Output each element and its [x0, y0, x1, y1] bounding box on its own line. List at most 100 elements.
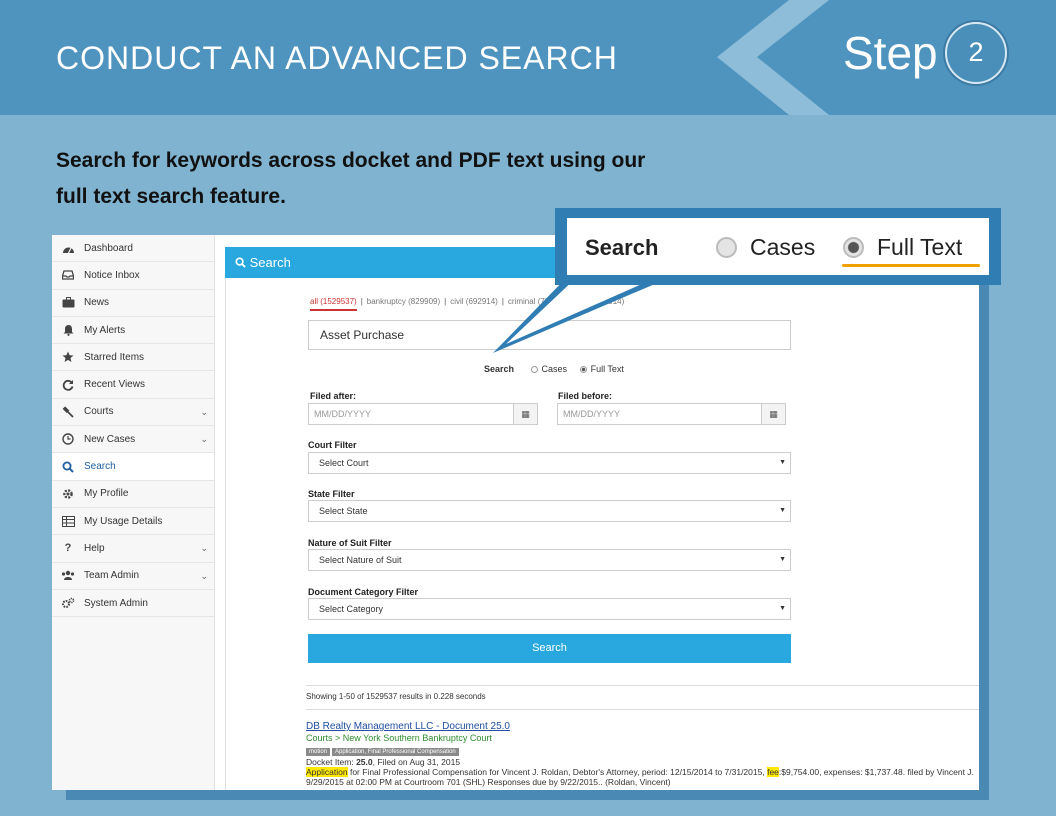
sidebar-item-label: New Cases [84, 433, 136, 445]
star-icon [60, 350, 76, 364]
callout-inner: Search Cases Full Text [567, 218, 989, 275]
divider [306, 709, 979, 710]
search-mode-label: Search [484, 364, 515, 374]
dashboard-icon [60, 241, 76, 255]
result-court: Courts > New York Southern Bankruptcy Co… [306, 733, 492, 743]
question-icon: ? [64, 542, 72, 555]
clock-icon [60, 432, 76, 446]
sidebar-item-label: System Admin [84, 597, 148, 609]
result-docket: Docket Item: 25.0, Filed on Aug 31, 2015 [306, 757, 979, 767]
tab-appellate[interactable]: appellate (5914) [566, 297, 624, 306]
callout-cases-label[interactable]: Cases [750, 234, 815, 261]
cases-radio-label[interactable]: Cases [542, 364, 568, 374]
sidebar-item-courts[interactable]: Courts ⌄ [52, 399, 214, 427]
result-title-link[interactable]: DB Realty Management LLC - Document 25.0 [306, 721, 979, 732]
sidebar-item-search[interactable]: Search [52, 453, 214, 481]
sidebar-item-team-admin[interactable]: Team Admin ⌄ [52, 563, 214, 590]
date-placeholder: MM/DD/YYYY [563, 409, 621, 419]
snippet-text: for Final Professional Compensation for … [347, 767, 768, 777]
docket-suffix: , Filed on Aug 31, 2015 [372, 757, 461, 767]
search-panel: all (1529537) | bankruptcy (829909) | civil … [225, 278, 979, 790]
chevron-down-icon[interactable]: ⌄ [200, 407, 208, 418]
page-title: CONDUCT AN ADVANCED SEARCH [56, 40, 618, 76]
dropdown-arrow-icon: ▼ [779, 459, 786, 466]
sidebar-item-label: Search [84, 461, 116, 473]
sidebar-item-recent-views[interactable]: Recent Views [52, 371, 214, 399]
category-tabs: all (1529537) | bankruptcy (829909) | civil … [310, 297, 624, 311]
sidebar: Dashboard Notice Inbox News My Alerts St… [52, 235, 215, 790]
court-filter-value: Select Court [319, 458, 369, 468]
sidebar-item-my-alerts[interactable]: My Alerts [52, 317, 214, 345]
step-label: Step [843, 27, 938, 79]
chevron-down-icon[interactable]: ⌄ [200, 434, 208, 445]
sidebar-item-label: Courts [84, 406, 114, 418]
chevron-down-icon[interactable]: ⌄ [200, 543, 208, 554]
list-item: DB Realty Management LLC - Document 25.0… [306, 721, 979, 787]
nature-filter-select[interactable]: Select Nature of Suit ▼ [308, 549, 791, 571]
callout-fulltext-radio[interactable] [843, 237, 864, 258]
gavel-icon [60, 405, 76, 419]
docket-prefix: Docket Item: [306, 757, 357, 767]
sidebar-item-new-cases[interactable]: New Cases ⌄ [52, 426, 214, 454]
tab-civil[interactable]: civil (692914) [450, 297, 498, 306]
fulltext-radio[interactable] [579, 366, 587, 373]
filed-before-label: Filed before: [558, 391, 613, 401]
sidebar-item-system-admin[interactable]: System Admin [52, 590, 214, 618]
sidebar-item-label: My Usage Details [84, 515, 163, 527]
sidebar-item-label: News [84, 297, 110, 309]
calendar-icon[interactable]: ▦ [513, 404, 537, 424]
sidebar-item-my-usage-details[interactable]: My Usage Details [52, 508, 214, 536]
search-icon [235, 255, 246, 270]
sidebar-item-label: Starred Items [84, 351, 145, 363]
app-screenshot: Dashboard Notice Inbox News My Alerts St… [52, 235, 979, 790]
gear-icon [60, 487, 76, 501]
search-icon [60, 460, 76, 474]
state-filter-value: Select State [319, 506, 368, 516]
result-snippet-line2: 9/29/2015 at 02:00 PM at Courtroom 701 (… [306, 777, 671, 787]
search-input[interactable]: Asset Purchase [308, 320, 791, 350]
sidebar-item-news[interactable]: News [52, 290, 214, 317]
result-tag: Application, Final Professional Compensa… [332, 748, 459, 756]
intro-text: Search for keywords across docket and PD… [56, 143, 756, 215]
sidebar-item-label: My Alerts [84, 324, 126, 336]
header-band: CONDUCT AN ADVANCED SEARCH Step 2 [0, 0, 1056, 115]
fulltext-radio-label[interactable]: Full Text [591, 364, 624, 374]
tab-bankruptcy[interactable]: bankruptcy (829909) [367, 297, 440, 306]
callout-box: Search Cases Full Text [555, 208, 1001, 285]
sidebar-item-label: Recent Views [84, 379, 145, 391]
category-filter-value: Select Category [319, 604, 384, 614]
sidebar-item-my-profile[interactable]: My Profile [52, 481, 214, 508]
nature-filter-value: Select Nature of Suit [319, 555, 402, 565]
bell-icon [60, 323, 76, 337]
search-button[interactable]: Search [308, 634, 791, 663]
result-tag: motion [306, 748, 331, 756]
cases-radio[interactable] [530, 366, 538, 373]
snippet-highlight: Application [306, 767, 348, 777]
state-filter-select[interactable]: Select State ▼ [308, 500, 791, 522]
date-placeholder: MM/DD/YYYY [314, 409, 372, 419]
sidebar-item-help[interactable]: ? Help ⌄ [52, 535, 214, 563]
court-filter-select[interactable]: Select Court ▼ [308, 452, 791, 474]
sidebar-item-label: Notice Inbox [84, 269, 140, 281]
result-snippet: Application for Final Professional Compe… [306, 767, 979, 777]
chevron-down-icon[interactable]: ⌄ [200, 571, 208, 582]
state-filter-label: State Filter [308, 489, 355, 499]
callout-search-label: Search [585, 235, 659, 260]
callout-cases-radio[interactable] [716, 237, 737, 258]
sidebar-item-starred-items[interactable]: Starred Items [52, 344, 214, 372]
tab-all[interactable]: all (1529537) [310, 297, 357, 311]
category-filter-select[interactable]: Select Category ▼ [308, 598, 791, 620]
gears-icon [60, 596, 76, 610]
filed-before-input[interactable]: MM/DD/YYYY ▦ [557, 403, 786, 425]
tab-criminal[interactable]: criminal (728) [508, 297, 556, 306]
sidebar-item-label: Help [84, 542, 105, 554]
dropdown-arrow-icon: ▼ [779, 556, 786, 563]
filed-after-input[interactable]: MM/DD/YYYY ▦ [308, 403, 538, 425]
callout-fulltext-label[interactable]: Full Text [877, 234, 962, 261]
intro-line-1: Search for keywords across docket and PD… [56, 149, 646, 172]
sidebar-item-label: My Profile [84, 488, 129, 500]
search-panel-title: Search [249, 255, 291, 270]
sidebar-item-dashboard[interactable]: Dashboard [52, 235, 214, 263]
sidebar-item-notice-inbox[interactable]: Notice Inbox [52, 262, 214, 290]
calendar-icon[interactable]: ▦ [761, 404, 785, 424]
